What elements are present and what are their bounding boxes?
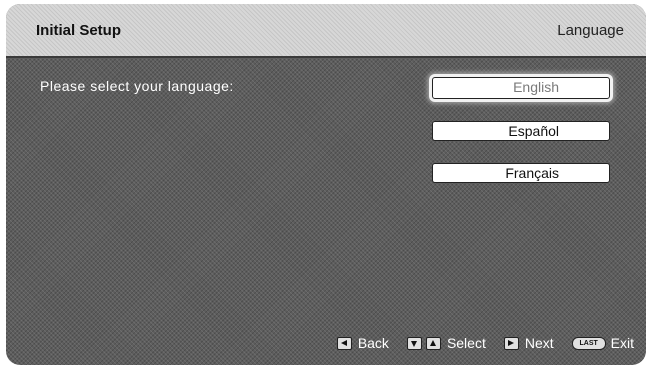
language-option-francais[interactable]: Français: [432, 163, 610, 183]
language-option-english[interactable]: English: [432, 77, 610, 99]
footer-hints: Back Select Next LAST Exit: [319, 335, 634, 351]
left-arrow-key-icon: [336, 336, 352, 350]
down-arrow-key-icon: [406, 336, 422, 350]
page-title: Initial Setup: [36, 22, 122, 39]
section-title: Language: [557, 22, 624, 39]
language-prompt: Please select your language:: [40, 78, 234, 94]
next-hint[interactable]: Next: [503, 335, 554, 351]
up-arrow-key-icon: [425, 336, 441, 350]
select-hint[interactable]: Select: [406, 335, 486, 351]
back-label: Back: [357, 335, 389, 351]
select-label: Select: [446, 335, 486, 351]
next-label: Next: [524, 335, 554, 351]
back-hint[interactable]: Back: [336, 335, 389, 351]
exit-label: Exit: [610, 335, 634, 351]
header-bar: Initial Setup Language: [6, 4, 646, 58]
right-arrow-key-icon: [503, 336, 519, 350]
exit-hint[interactable]: LAST Exit: [571, 335, 634, 351]
language-option-espanol[interactable]: Español: [432, 121, 610, 141]
last-key-icon: LAST: [571, 336, 606, 350]
setup-screen: Initial Setup Language Please select you…: [6, 4, 646, 365]
